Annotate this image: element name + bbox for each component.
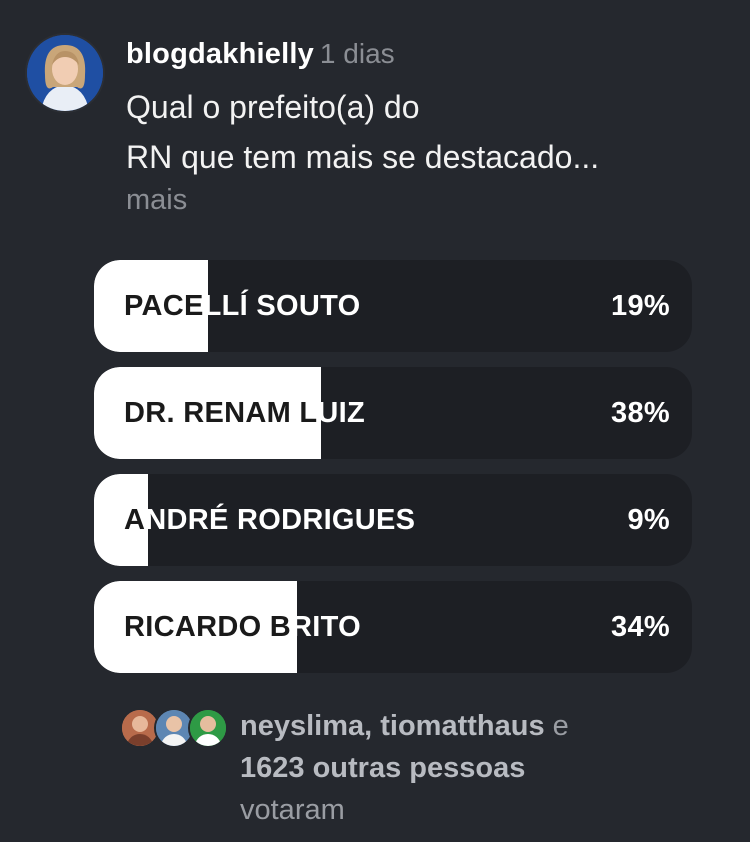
- poll-option-percent: 19%: [611, 290, 670, 322]
- poll-option-percent: 34%: [611, 611, 670, 643]
- username-link[interactable]: blogdakhielly: [126, 38, 314, 70]
- poll-option-label: RICARDO BRITO: [124, 611, 361, 643]
- poll-question: Qual o prefeito(a) do RN que tem mais se…: [126, 82, 726, 182]
- question-line: Qual o prefeito(a) do: [126, 89, 420, 125]
- poll-option[interactable]: RICARDO BRITO 34%: [94, 581, 692, 673]
- voters-voted: votaram: [240, 794, 345, 826]
- question-line: RN que tem mais se destacado...: [126, 139, 600, 175]
- poll-option[interactable]: DR. RENAM LUIZ 38%: [94, 367, 692, 459]
- poll-option-percent: 38%: [611, 397, 670, 429]
- poll-option[interactable]: PACELLÍ SOUTO 19%: [94, 260, 692, 352]
- voters-summary[interactable]: neyslima, tiomatthaus e 1623 outras pess…: [240, 705, 710, 831]
- voter-avatar-icon: [188, 708, 228, 748]
- voters-connector: e: [552, 710, 569, 742]
- voter-avatars: [120, 708, 230, 748]
- poll-option-label: ANDRÉ RODRIGUES: [124, 504, 416, 536]
- voter-names[interactable]: neyslima, tiomatthaus: [240, 710, 545, 742]
- voters-others[interactable]: 1623 outras pessoas: [240, 752, 525, 784]
- more-link[interactable]: mais: [126, 184, 187, 217]
- poll-option-label: PACELLÍ SOUTO: [124, 290, 361, 322]
- poll-option-percent: 9%: [627, 504, 670, 536]
- profile-avatar[interactable]: [27, 35, 103, 111]
- post-header: blogdakhielly 1 dias: [126, 38, 726, 71]
- poll-option[interactable]: ANDRÉ RODRIGUES 9%: [94, 474, 692, 566]
- post-time: 1 dias: [319, 38, 395, 69]
- poll-option-label: DR. RENAM LUIZ: [124, 397, 366, 429]
- poll-options: PACELLÍ SOUTO 19% DR. RENAM LUIZ 38% ANDRÉ R…: [94, 260, 692, 688]
- profile-photo-icon: [27, 35, 103, 111]
